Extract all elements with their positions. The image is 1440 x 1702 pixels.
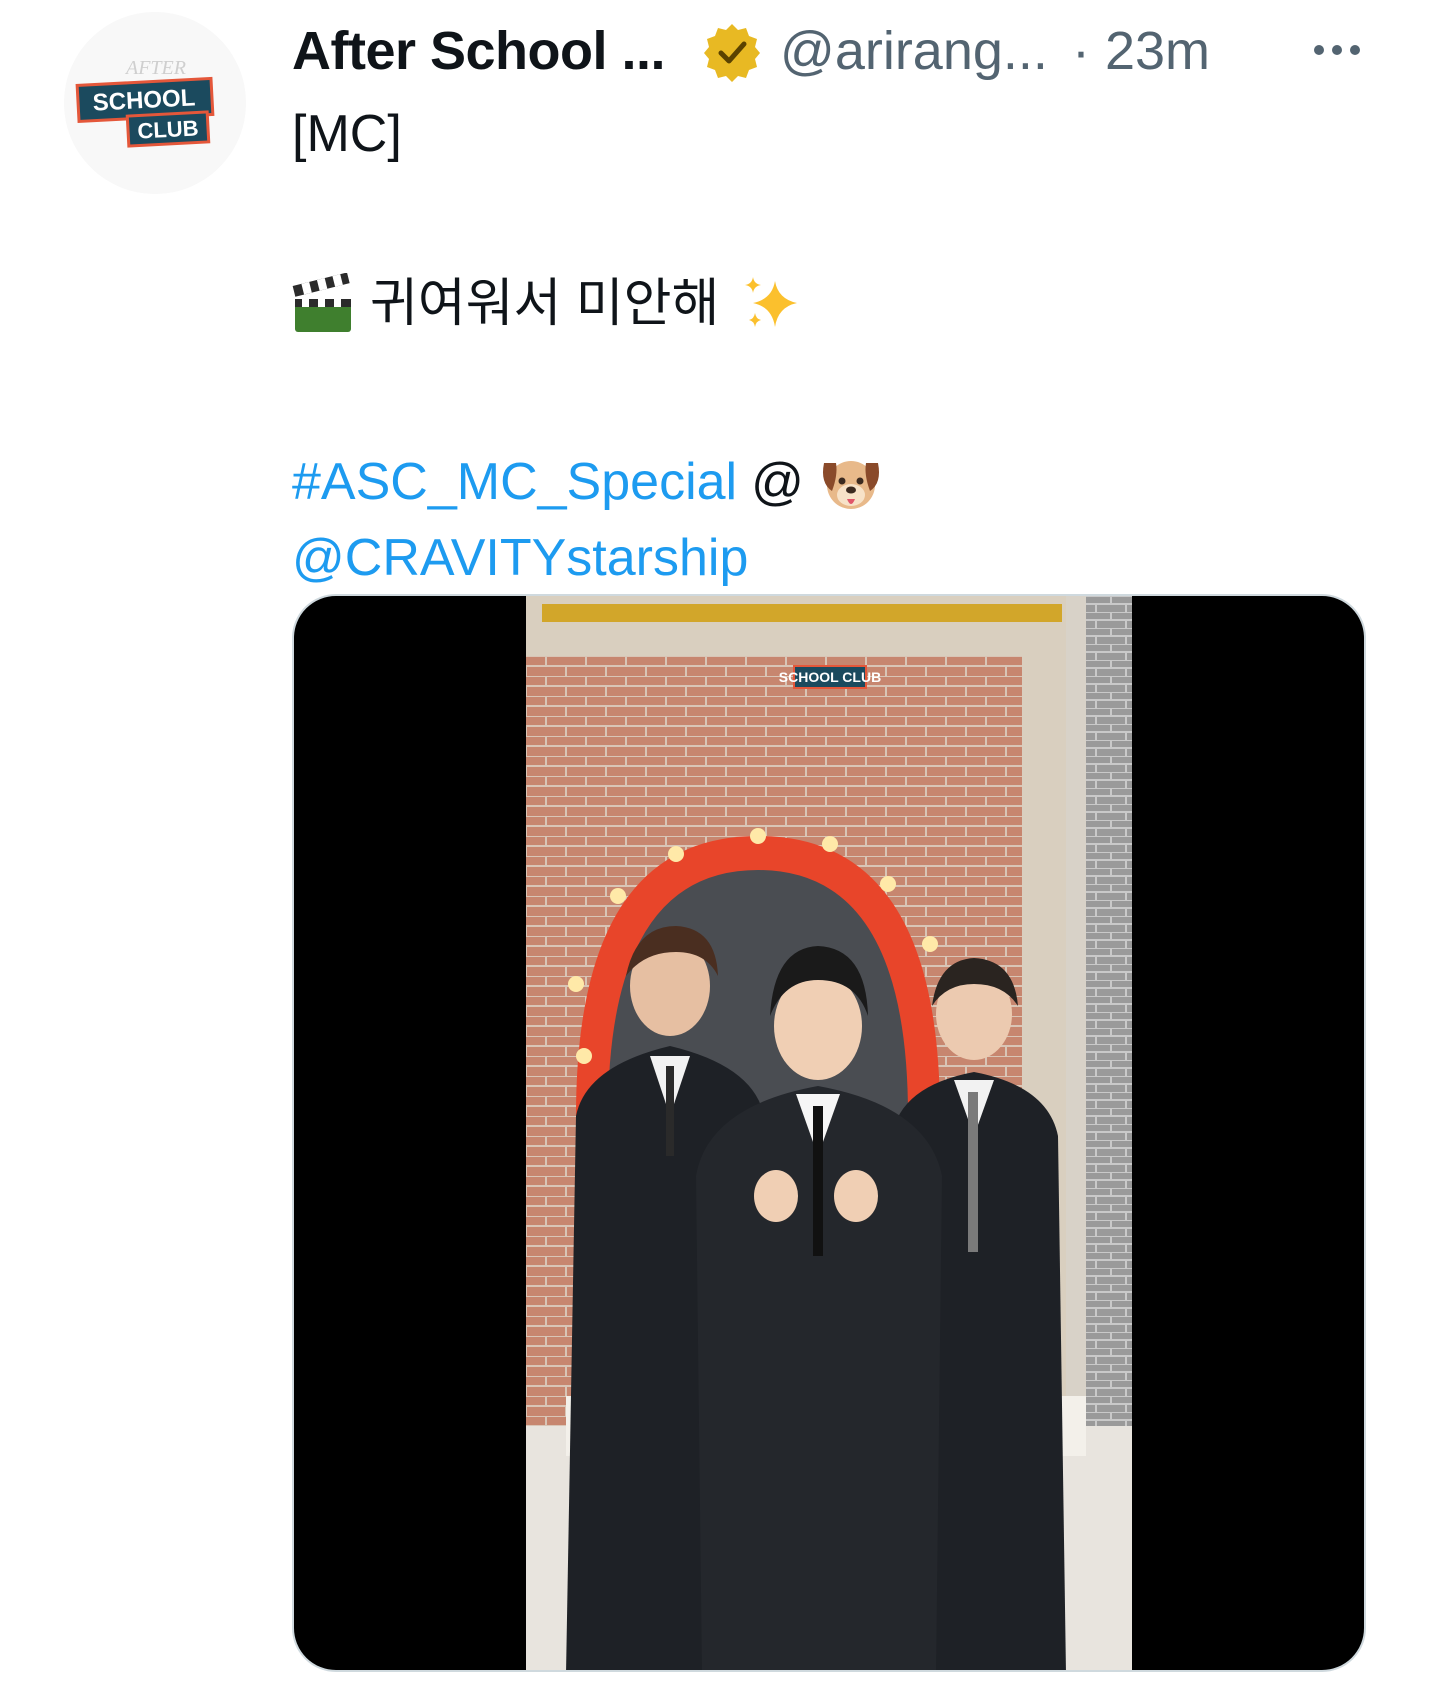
tweet-tag-mc: [MC] (292, 105, 402, 163)
tweet-timestamp[interactable]: · 23m (1072, 20, 1210, 82)
more-options-button[interactable] (1302, 20, 1372, 80)
tweet-line-1: [MC] (292, 96, 1372, 172)
tweet-line-4: @CRAVITYstarship (292, 520, 1372, 596)
more-dot-icon (1314, 45, 1324, 55)
clapper-board-icon (292, 273, 354, 335)
scene-logo-text: SCHOOL CLUB (779, 669, 881, 685)
author-display-name[interactable]: After School ... (292, 20, 666, 82)
video-frame: SCHOOL CLUB (526, 596, 1132, 1670)
verified-badge-icon (700, 20, 764, 84)
tweet-media-video[interactable]: SCHOOL CLUB (292, 594, 1366, 1672)
dog-face-icon (818, 449, 884, 515)
tweet-text: [MC] 귀여워서 미안해 #ASC_MC_Special @ @CRAVITY… (292, 96, 1372, 596)
svg-text:AFTER: AFTER (124, 57, 186, 79)
sparkles-icon (739, 273, 801, 335)
tweet-line-2: 귀여워서 미안해 (292, 266, 1372, 342)
after-school-club-logo: AFTER SCHOOL CLUB (64, 12, 246, 194)
more-dot-icon (1332, 45, 1342, 55)
author-handle[interactable]: @arirang... (780, 20, 1048, 82)
tweet-header: After School ... @arirang... · 23m (292, 14, 1372, 84)
svg-text:CLUB: CLUB (137, 115, 199, 143)
tweet-line-3: #ASC_MC_Special @ (292, 444, 1372, 520)
mention-link[interactable]: @CRAVITYstarship (292, 520, 748, 596)
more-dot-icon (1350, 45, 1360, 55)
video-still-image: SCHOOL CLUB (526, 596, 1132, 1670)
author-avatar[interactable]: AFTER SCHOOL CLUB (64, 12, 246, 194)
at-sign-text: @ (751, 453, 804, 511)
tweet-korean-text: 귀여워서 미안해 (370, 275, 720, 333)
hashtag-link[interactable]: #ASC_MC_Special (292, 444, 737, 520)
svg-text:SCHOOL: SCHOOL (92, 84, 196, 116)
